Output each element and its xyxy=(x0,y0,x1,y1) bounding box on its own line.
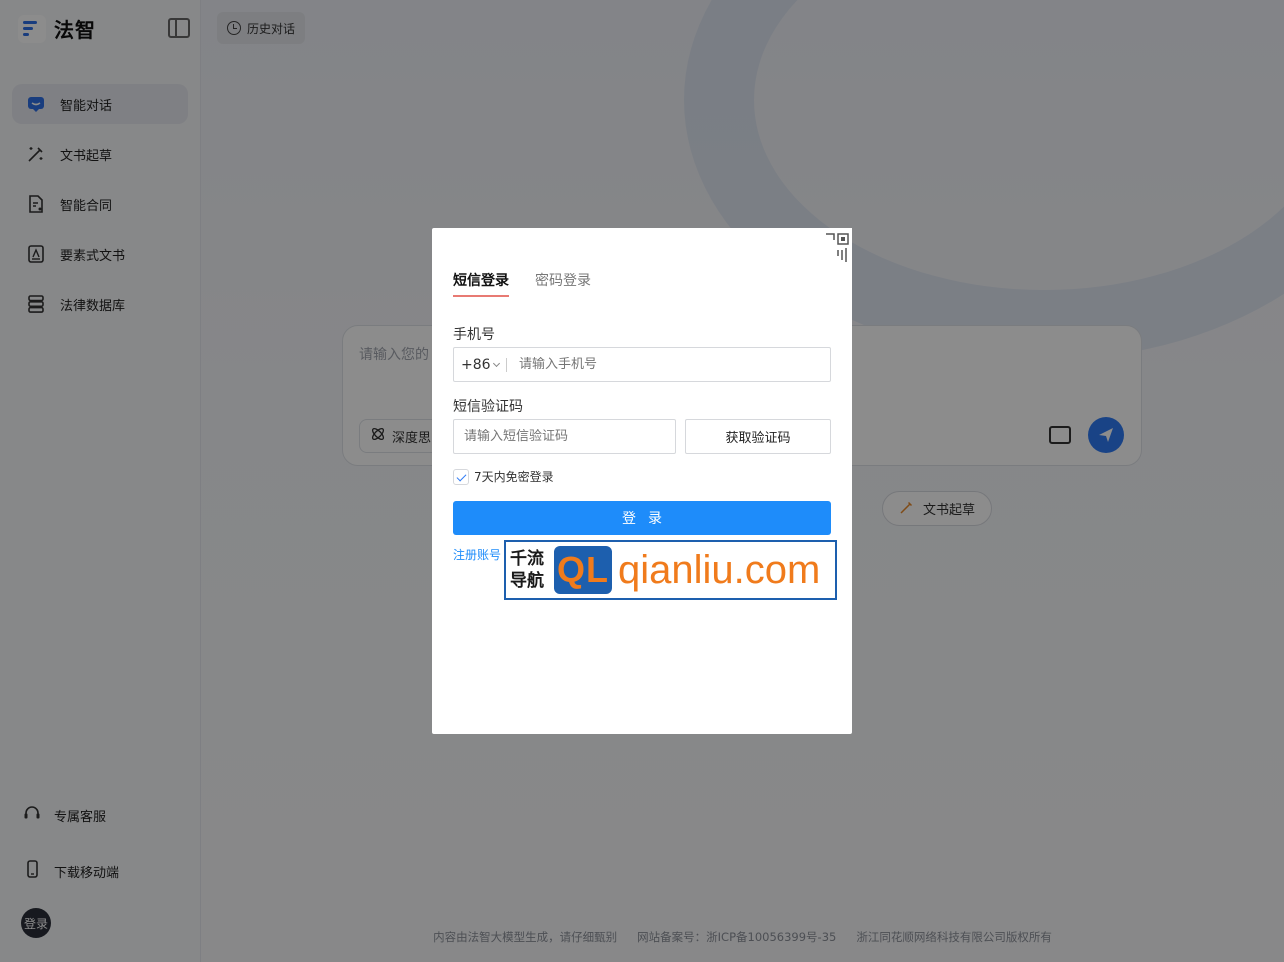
watermark-cn-top: 千流 xyxy=(510,549,544,569)
remember-login[interactable]: 7天内免密登录 xyxy=(453,468,554,485)
sms-code-input[interactable] xyxy=(464,429,664,444)
login-modal: 短信登录 密码登录 手机号 +86 短信验证码 获取验证码 7天内免密登录 登录… xyxy=(432,228,852,734)
sms-code-label: 短信验证码 xyxy=(453,399,523,415)
tab-sms-login[interactable]: 短信登录 xyxy=(453,270,509,297)
watermark-ql-logo: QL xyxy=(554,546,612,594)
watermark-cn: 千流 导航 xyxy=(510,548,554,592)
tab-password-login[interactable]: 密码登录 xyxy=(535,270,591,297)
watermark-cn-bottom: 导航 xyxy=(510,571,544,591)
remember-checkbox[interactable] xyxy=(453,468,469,485)
sms-code-field xyxy=(453,419,676,454)
phone-label: 手机号 xyxy=(453,327,495,343)
watermark-stamp: 千流 导航 QL qianliu.com xyxy=(504,540,837,600)
country-code-value: +86 xyxy=(461,356,491,373)
watermark-url: qianliu.com xyxy=(618,547,821,592)
phone-field: +86 xyxy=(453,347,831,382)
field-divider xyxy=(506,357,507,372)
register-link[interactable]: 注册账号 xyxy=(453,546,501,563)
country-code-select[interactable]: +86 xyxy=(454,357,506,373)
phone-input[interactable] xyxy=(519,357,809,372)
qr-code-switch-icon[interactable] xyxy=(812,228,852,268)
chevron-down-icon xyxy=(492,359,500,367)
remember-label: 7天内免密登录 xyxy=(474,470,554,484)
login-tabs: 短信登录 密码登录 xyxy=(453,270,591,297)
get-code-button[interactable]: 获取验证码 xyxy=(685,419,831,454)
login-button[interactable]: 登录 xyxy=(453,501,831,535)
